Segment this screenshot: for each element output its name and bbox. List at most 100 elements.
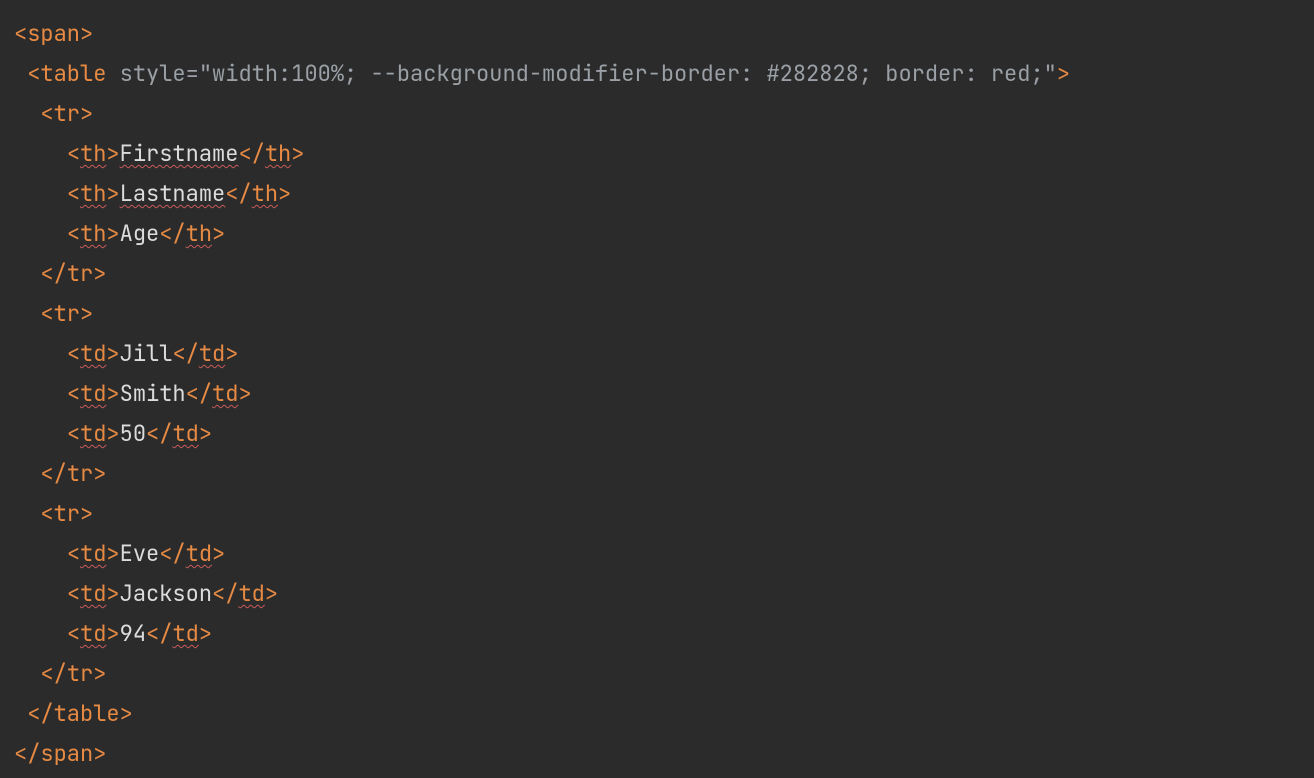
code-token: td bbox=[238, 579, 264, 608]
code-token: th bbox=[80, 179, 106, 208]
code-token: > bbox=[106, 339, 119, 368]
code-token: > bbox=[238, 379, 251, 408]
code-token bbox=[14, 659, 40, 688]
code-token bbox=[14, 59, 27, 88]
code-token: < bbox=[27, 59, 40, 88]
code-token: </ bbox=[27, 699, 53, 728]
code-token: td bbox=[172, 419, 198, 448]
code-token: </ bbox=[40, 259, 66, 288]
code-token: > bbox=[106, 619, 119, 648]
code-token: td bbox=[186, 539, 212, 568]
code-token: > bbox=[106, 419, 119, 448]
code-line[interactable]: <td>94</td> bbox=[14, 619, 212, 648]
code-token bbox=[106, 59, 119, 88]
code-line[interactable]: <th>Age</th> bbox=[14, 219, 225, 248]
code-line[interactable]: <tr> bbox=[14, 99, 93, 128]
code-token: 94 bbox=[120, 619, 146, 648]
code-token bbox=[14, 579, 67, 608]
code-token: > bbox=[93, 659, 106, 688]
code-line[interactable]: <th>Lastname</th> bbox=[14, 179, 291, 208]
code-token: td bbox=[199, 339, 225, 368]
code-token: td bbox=[212, 379, 238, 408]
code-token: th bbox=[265, 139, 291, 168]
code-token: th bbox=[80, 219, 106, 248]
code-token: "width:100%; --background-modifier-borde… bbox=[199, 59, 1057, 88]
code-token: td bbox=[80, 379, 106, 408]
code-token bbox=[14, 339, 67, 368]
code-token bbox=[14, 259, 40, 288]
code-token bbox=[14, 379, 67, 408]
code-token: > bbox=[199, 619, 212, 648]
code-token: style bbox=[120, 59, 186, 88]
code-line[interactable]: <th>Firstname</th> bbox=[14, 139, 304, 168]
code-token bbox=[14, 699, 27, 728]
code-token: < bbox=[40, 99, 53, 128]
code-token: > bbox=[212, 539, 225, 568]
code-token: > bbox=[106, 139, 119, 168]
code-token: > bbox=[93, 739, 106, 768]
code-token bbox=[14, 499, 40, 528]
code-token: </ bbox=[225, 179, 251, 208]
code-token: td bbox=[80, 539, 106, 568]
code-token: > bbox=[199, 419, 212, 448]
code-token bbox=[14, 179, 67, 208]
code-token: th bbox=[186, 219, 212, 248]
code-token: > bbox=[106, 539, 119, 568]
code-line[interactable]: </tr> bbox=[14, 259, 106, 288]
code-token: > bbox=[120, 699, 133, 728]
code-token: < bbox=[67, 419, 80, 448]
code-line[interactable]: <td>50</td> bbox=[14, 419, 212, 448]
code-line[interactable]: <tr> bbox=[14, 299, 93, 328]
code-line[interactable]: </span> bbox=[14, 739, 106, 768]
code-token: span bbox=[27, 19, 80, 48]
code-editor[interactable]: <span> <table style="width:100%; --backg… bbox=[0, 0, 1314, 778]
code-token: </ bbox=[40, 459, 66, 488]
code-token: < bbox=[67, 339, 80, 368]
code-token: </ bbox=[146, 419, 172, 448]
code-line[interactable]: </tr> bbox=[14, 659, 106, 688]
code-line[interactable]: <table style="width:100%; --background-m… bbox=[14, 59, 1070, 88]
code-token: td bbox=[80, 339, 106, 368]
code-token: th bbox=[80, 139, 106, 168]
code-line[interactable]: </tr> bbox=[14, 459, 106, 488]
code-token: td bbox=[80, 619, 106, 648]
code-token: > bbox=[93, 259, 106, 288]
code-token: table bbox=[54, 699, 120, 728]
code-token: Eve bbox=[120, 539, 160, 568]
code-line[interactable]: <span> bbox=[14, 19, 93, 48]
code-token: < bbox=[40, 499, 53, 528]
code-token: > bbox=[93, 459, 106, 488]
code-token: Jackson bbox=[120, 579, 212, 608]
code-line[interactable]: <td>Jill</td> bbox=[14, 339, 238, 368]
code-token: </ bbox=[14, 739, 40, 768]
code-line[interactable]: <td>Eve</td> bbox=[14, 539, 225, 568]
code-token: td bbox=[172, 619, 198, 648]
code-token: > bbox=[106, 219, 119, 248]
code-token: > bbox=[106, 179, 119, 208]
code-token: tr bbox=[54, 99, 80, 128]
code-token: tr bbox=[67, 459, 93, 488]
code-token: 50 bbox=[120, 419, 146, 448]
code-token bbox=[14, 219, 67, 248]
code-line[interactable]: <td>Jackson</td> bbox=[14, 579, 278, 608]
code-token: < bbox=[67, 179, 80, 208]
code-token: Firstname bbox=[120, 139, 239, 168]
code-token: </ bbox=[146, 619, 172, 648]
code-token: > bbox=[80, 99, 93, 128]
code-token bbox=[14, 299, 40, 328]
code-token: > bbox=[291, 139, 304, 168]
code-token: < bbox=[67, 219, 80, 248]
code-token: </ bbox=[238, 139, 264, 168]
code-line[interactable]: <tr> bbox=[14, 499, 93, 528]
code-token: td bbox=[80, 419, 106, 448]
code-line[interactable]: <td>Smith</td> bbox=[14, 379, 252, 408]
code-token: > bbox=[80, 499, 93, 528]
code-line[interactable]: </table> bbox=[14, 699, 133, 728]
code-token: = bbox=[186, 59, 199, 88]
code-token: </ bbox=[159, 219, 185, 248]
code-token: td bbox=[80, 579, 106, 608]
code-token: > bbox=[225, 339, 238, 368]
code-token: Lastname bbox=[120, 179, 226, 208]
code-token bbox=[14, 539, 67, 568]
code-token: > bbox=[106, 579, 119, 608]
